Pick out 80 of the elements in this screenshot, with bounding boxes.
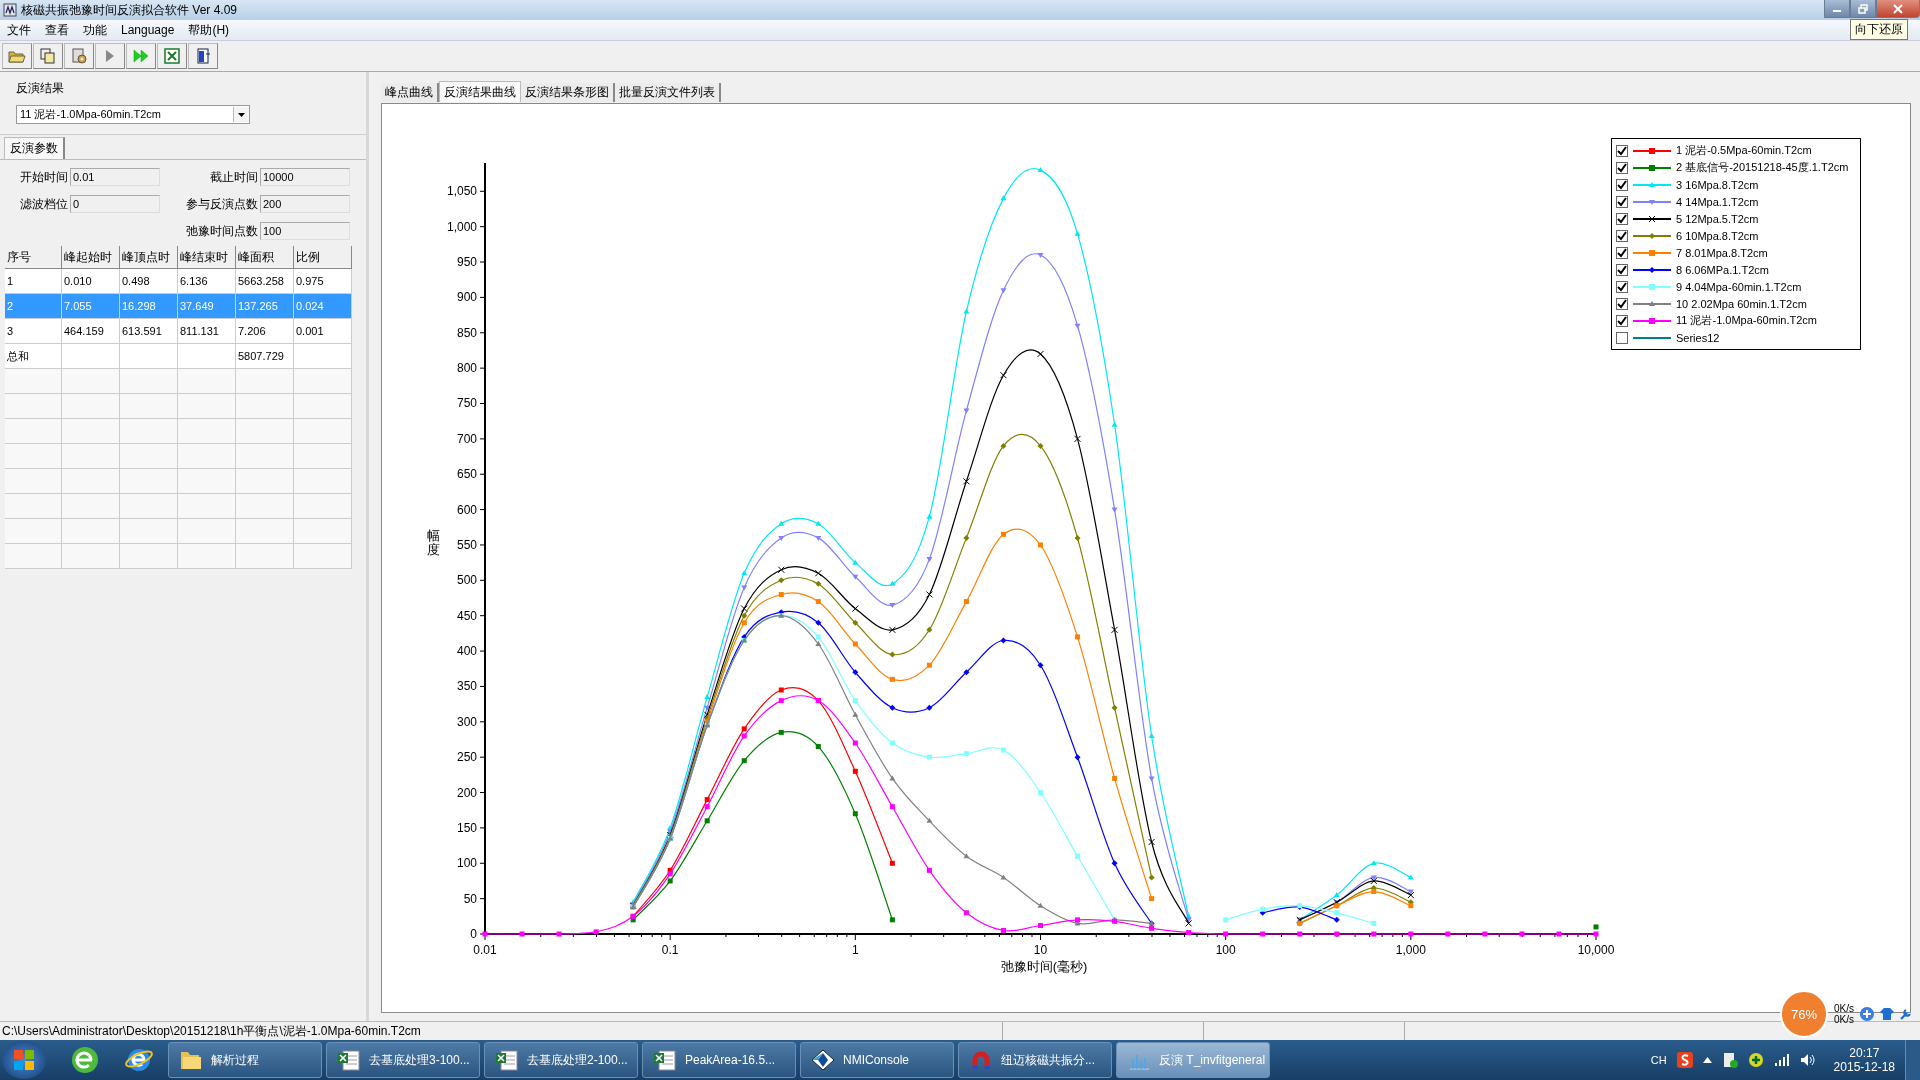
table-cell: 16.298 [120,294,178,319]
table-cell: 1 [5,269,62,294]
x-tick-label: 10 [1033,943,1048,957]
legend-label: 6 10Mpa.8.T2cm [1676,229,1759,242]
upload-rate: 0K/s [1834,1003,1854,1014]
y-tick-label: 100 [456,856,477,871]
y-tick-label: 400 [456,644,477,659]
table-cell: 0.975 [294,269,352,294]
column-header: 峰起始时 [62,246,120,269]
table-cell: 2 [5,294,62,319]
y-tick-label: 950 [456,255,477,270]
x-axis-title: 弛豫时间(毫秒) [1000,959,1088,974]
y-tick-label: 1,000 [446,219,477,234]
table-cell: 0.010 [62,269,120,294]
x-tick-label: 100 [1215,943,1236,957]
y-tick-label: 600 [456,502,477,517]
column-header: 序号 [5,246,62,269]
y-axis-title: 幅度 [426,528,440,557]
legend-label: 8 6.06MPa.1.T2cm [1676,263,1769,276]
table-cell: 7.055 [62,294,120,319]
table-cell: 0.498 [120,269,178,294]
table-cell: 811.131 [178,319,236,344]
table-cell: 7.206 [236,319,294,344]
usage-badge: 76% [1780,990,1828,1038]
field-label: 滤波档位 [20,195,68,213]
download-rate: 0K/s [1834,1014,1854,1025]
y-tick-label: 1,050 [446,184,477,199]
y-tick-label: 700 [456,431,477,446]
legend-label: 11 泥岩-1.0Mpa-60min.T2cm [1676,313,1817,328]
window-title: 核磁共振弛豫时间反演拟合软件 Ver 4.09 [21,1,238,19]
field-label: 截止时间 [210,168,258,186]
table-cell: 0.024 [294,294,352,319]
legend-label: 3 16Mpa.8.T2cm [1676,178,1759,191]
table-cell: 5807.729 [236,344,294,369]
y-tick-label: 650 [456,467,477,482]
y-tick-label: 200 [456,785,477,800]
y-tick-label: 500 [456,573,477,588]
tooltip: 向下还原 [1850,19,1908,40]
x-tick-label: 0.01 [473,943,497,957]
column-header: 峰结束时 [178,246,236,269]
x-tick-label: 0.1 [661,943,679,957]
y-tick-label: 300 [456,714,477,729]
column-header: 峰面积 [236,246,294,269]
legend-label: 4 14Mpa.1.T2cm [1676,195,1759,208]
table-cell: 464.159 [62,319,120,344]
y-tick-label: 450 [456,608,477,623]
y-tick-label: 150 [456,820,477,835]
y-tick-label: 850 [456,325,477,340]
table-cell: 137.265 [236,294,294,319]
table-cell: 总和 [5,344,62,369]
y-tick-label: 250 [456,750,477,765]
x-tick-label: 10,000 [1577,943,1615,957]
legend-label: 10 2.02Mpa 60min.1.T2cm [1676,297,1807,310]
section-label: 反演结果 [16,80,65,97]
legend-label: 2 基底信号-20151218-45度.1.T2cm [1676,160,1849,175]
y-tick-label: 900 [456,290,477,305]
y-tick-label: 550 [456,537,477,552]
legend-label: Series12 [1676,331,1720,344]
x-tick-label: 1,000 [1395,943,1426,957]
legend-label: 5 12Mpa.5.T2cm [1676,212,1759,225]
column-header: 峰顶点时 [120,246,178,269]
y-tick-label: 750 [456,396,477,411]
y-tick-label: 800 [456,361,477,376]
field-label: 弛豫时间点数 [186,222,258,240]
field-label: 参与反演点数 [186,195,258,213]
legend-label: 9 4.04Mpa-60min.1.T2cm [1676,280,1802,293]
table-cell: 37.649 [178,294,236,319]
table-cell: 5663.258 [236,269,294,294]
x-tick-label: 1 [852,943,859,957]
y-tick-label: 0 [470,927,477,941]
y-tick-label: 350 [456,679,477,694]
legend-label: 1 泥岩-0.5Mpa-60min.T2cm [1676,143,1812,158]
legend-label: 7 8.01Mpa.8.T2cm [1676,246,1768,259]
table-cell: 0.001 [294,319,352,344]
y-tick-label: 50 [463,891,477,906]
table-cell: 613.591 [120,319,178,344]
table-cell: 6.136 [178,269,236,294]
column-header: 比例 [294,246,352,269]
field-label: 开始时间 [20,168,68,186]
table-cell: 3 [5,319,62,344]
